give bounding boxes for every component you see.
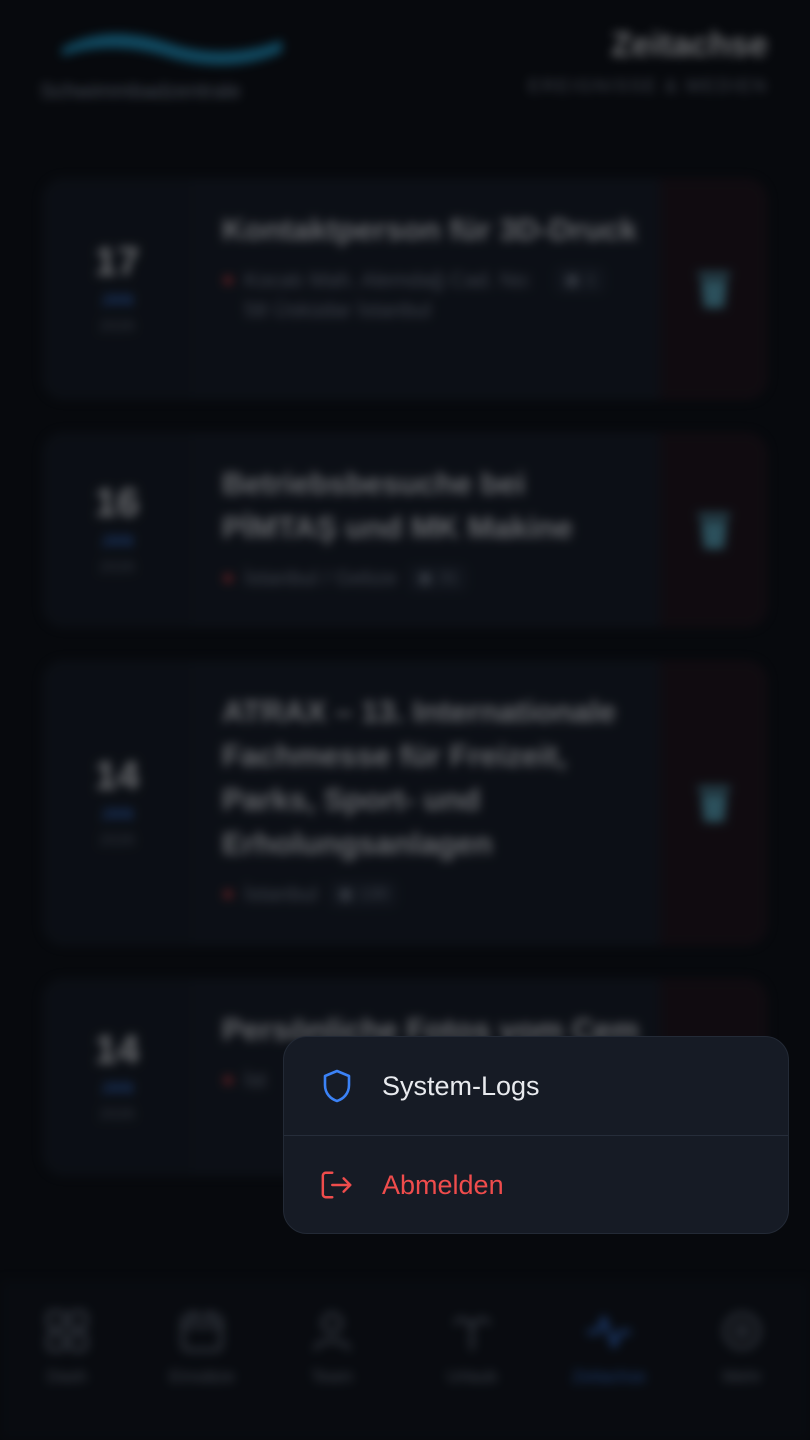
event-meta: ● İstanbul / Gebze ▣ 31 xyxy=(222,564,642,594)
page-subtitle: EREIGNISSE & MEDIEN xyxy=(527,76,768,96)
nav-item-team[interactable]: Team xyxy=(267,1308,397,1387)
event-month: JAN xyxy=(100,533,133,550)
event-month: JAN xyxy=(100,292,133,309)
nav-label: Zeitachse xyxy=(572,1367,646,1386)
event-location: İstanbul / Gebze xyxy=(244,567,398,590)
event-day: 17 xyxy=(94,240,140,284)
event-year: 2026 xyxy=(99,832,135,849)
nav-label: Mehr xyxy=(722,1367,762,1386)
event-meta: ● İstanbul ▣ 130 xyxy=(222,880,642,910)
image-icon: ▣ xyxy=(564,270,581,289)
event-card[interactable]: 16 JAN 2026 Betriebsbesuche bei PİMTAŞ u… xyxy=(42,432,768,628)
event-month: JAN xyxy=(100,806,133,823)
event-day: 14 xyxy=(94,754,140,798)
image-icon: ▣ xyxy=(417,568,434,587)
delete-button[interactable] xyxy=(660,178,768,400)
nav-item-zeitachse[interactable]: Zeitachse xyxy=(544,1308,674,1387)
location-pin-icon: ● xyxy=(222,1069,235,1091)
event-month: JAN xyxy=(100,1080,133,1097)
image-icon: ▣ xyxy=(337,884,354,903)
delete-button[interactable] xyxy=(660,432,768,628)
event-date: 17 JAN 2026 xyxy=(42,178,192,400)
activity-icon xyxy=(587,1316,631,1348)
palm-icon xyxy=(453,1317,491,1350)
logout-icon xyxy=(320,1168,354,1202)
event-body: ATRAX – 13. Internationale Fachmesse für… xyxy=(222,690,642,910)
logo-wave-icon xyxy=(62,33,282,65)
logout-menu-item[interactable]: Abmelden xyxy=(284,1136,788,1233)
event-card[interactable]: 17 JAN 2026 Kontaktperson für 3D-Druck ●… xyxy=(42,178,768,400)
location-pin-icon: ● xyxy=(222,269,235,291)
nav-item-urlaub[interactable]: Urlaub xyxy=(407,1308,537,1387)
location-pin-icon: ● xyxy=(222,567,235,589)
user-icon xyxy=(313,1312,351,1351)
system-logs-label: System-Logs xyxy=(382,1070,540,1101)
event-body: Betriebsbesuche bei PİMTAŞ und MK Makine… xyxy=(222,462,642,594)
media-count-badge: ▣ 1 xyxy=(554,266,606,294)
system-logs-menu-item[interactable]: System-Logs xyxy=(284,1037,788,1135)
event-location: İstanbul xyxy=(244,883,318,906)
logo: Schwimmbadzentrale xyxy=(40,20,310,110)
gear-icon xyxy=(723,1312,761,1350)
event-title: ATRAX – 13. Internationale Fachmesse für… xyxy=(222,694,616,861)
trash-icon xyxy=(698,786,730,822)
event-card[interactable]: 14 JAN 2026 ATRAX – 13. Internationale F… xyxy=(42,660,768,946)
page-title: Zeitachse xyxy=(611,26,768,64)
event-date: 14 JAN 2026 xyxy=(42,660,192,946)
event-body: Kontaktperson für 3D-Druck ● Kocatı Mah.… xyxy=(222,208,642,326)
event-day: 16 xyxy=(94,481,140,525)
app-header: Schwimmbadzentrale Zeitachse EREIGNISSE … xyxy=(0,0,810,130)
event-date: 16 JAN 2026 xyxy=(42,432,192,628)
nav-label: Dash xyxy=(47,1367,87,1386)
logout-label: Abmelden xyxy=(382,1169,504,1200)
trash-icon xyxy=(698,272,730,308)
nav-item-mehr[interactable]: Mehr xyxy=(677,1308,807,1387)
event-year: 2026 xyxy=(99,318,135,335)
event-title: Betriebsbesuche bei PİMTAŞ und MK Makine xyxy=(222,466,573,545)
shield-icon xyxy=(320,1069,354,1103)
bottom-nav: Dash Einsätze Team Urlaub Zeitachse Mehr xyxy=(0,1280,810,1440)
nav-item-dash[interactable]: Dash xyxy=(2,1308,132,1387)
more-menu-popup: System-Logs Abmelden xyxy=(283,1036,789,1234)
calendar-icon xyxy=(181,1311,223,1352)
event-title: Kontaktperson für 3D-Druck xyxy=(222,212,638,247)
event-year: 2026 xyxy=(99,559,135,576)
grid-icon xyxy=(46,1310,88,1352)
trash-icon xyxy=(698,513,730,549)
event-location: Kocatı Mah. Alemdağ Cad. No: 58 Üsküdar … xyxy=(244,269,533,322)
nav-label: Urlaub xyxy=(446,1367,498,1386)
event-meta: ● Kocatı Mah. Alemdağ Cad. No: 58 Üsküda… xyxy=(222,266,642,326)
event-day: 14 xyxy=(94,1028,140,1072)
nav-item-einsaetze[interactable]: Einsätze xyxy=(137,1308,267,1387)
media-count-badge: ▣ 130 xyxy=(327,880,399,908)
delete-button[interactable] xyxy=(660,660,768,946)
nav-label: Team xyxy=(311,1367,353,1386)
location-pin-icon: ● xyxy=(222,883,235,905)
event-date: 14 JAN 2026 xyxy=(42,978,192,1176)
nav-label: Einsätze xyxy=(169,1367,235,1386)
event-location: İst xyxy=(244,1069,267,1092)
media-count-badge: ▣ 31 xyxy=(407,564,469,592)
logo-text: Schwimmbadzentrale xyxy=(40,80,241,103)
event-year: 2026 xyxy=(99,1106,135,1123)
